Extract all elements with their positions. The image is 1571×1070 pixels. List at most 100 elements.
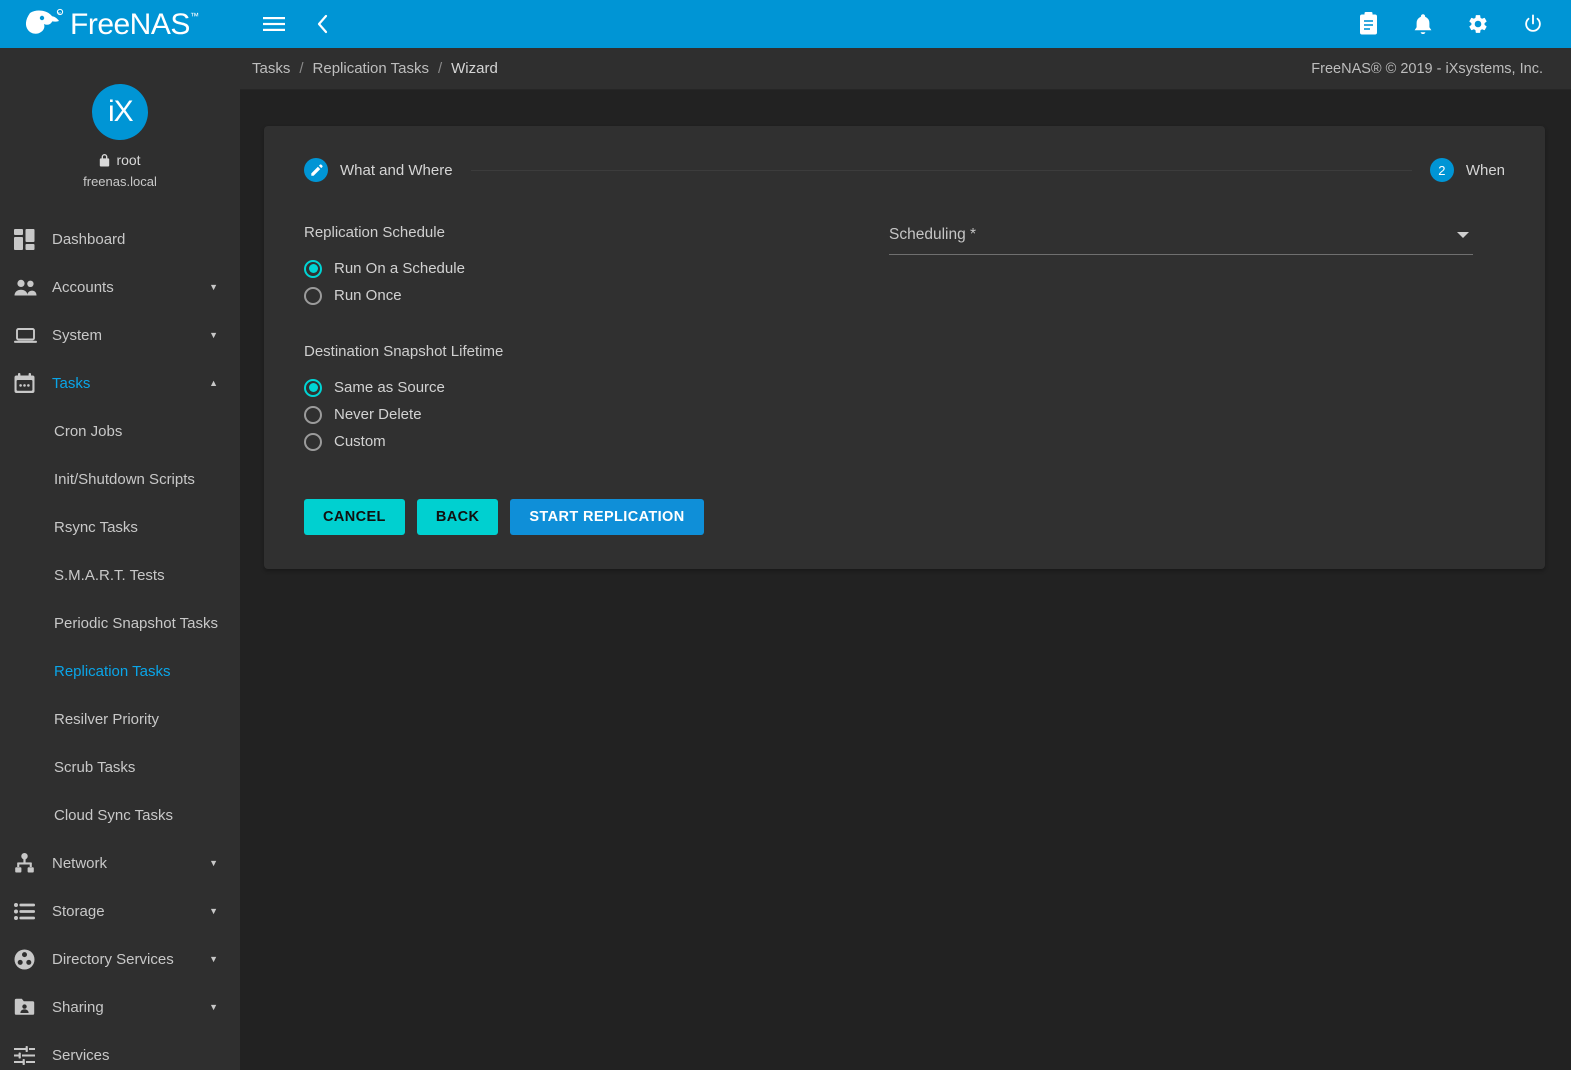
svg-text:FreeNAS: FreeNAS [70,8,190,41]
sidebar-item-label: Dashboard [52,230,126,248]
accounts-people-icon [12,275,52,299]
sidebar-subitem-resilver-priority[interactable]: Resilver Priority [0,695,240,743]
breadcrumb: Tasks / Replication Tasks / Wizard FreeN… [240,48,1571,90]
directory-services-icon [12,947,52,971]
sidebar-item-dashboard[interactable]: Dashboard [0,215,240,263]
sidebar-subitem-label: Resilver Priority [54,710,160,728]
power-icon[interactable] [1519,10,1547,38]
start-replication-button[interactable]: START REPLICATION [510,499,704,535]
system-laptop-icon [12,323,52,347]
stepper-connector-line [470,169,1412,171]
sidebar-subitem-label: Init/Shutdown Scripts [54,470,195,488]
chevron-up-icon: ▲ [209,378,218,388]
sidebar-item-network[interactable]: Network ▼ [0,839,240,887]
page-body: What and Where 2 When Replication Schedu… [240,90,1571,569]
notifications-bell-icon[interactable] [1409,10,1437,38]
chevron-left-icon[interactable] [308,10,336,38]
destination-snapshot-lifetime-group-label: Destination Snapshot Lifetime [304,343,504,360]
breadcrumb-item-wizard: Wizard [451,60,498,77]
sidebar-item-label: Directory Services [52,950,174,968]
sidebar-item-label: Services [52,1046,110,1064]
radio-run-once[interactable]: Run Once [304,282,889,309]
svg-text:™: ™ [190,11,199,21]
radio-label: Run Once [334,287,402,304]
wizard-step-what-and-where[interactable]: What and Where [304,158,453,182]
sidebar-item-services[interactable]: Services [0,1031,240,1070]
scheduling-underline [889,254,1473,255]
sidebar-item-accounts[interactable]: Accounts ▼ [0,263,240,311]
top-app-bar: FreeNAS ™ R [0,0,1571,48]
sidebar-item-label: Network [52,854,108,872]
breadcrumb-item-tasks[interactable]: Tasks [252,60,290,77]
sidebar-item-label: Accounts [52,278,114,296]
network-icon [12,851,52,875]
lock-icon [100,153,110,166]
chevron-down-icon[interactable] [1457,232,1469,238]
copyright-text: FreeNAS® © 2019 - iXsystems, Inc. [1311,60,1543,77]
sidebar-subitem-label: Replication Tasks [54,662,171,680]
sidebar: iX root freenas.local Dashboard Accounts… [0,48,240,1070]
wizard-stepper: What and Where 2 When [304,150,1505,190]
wizard-step-when[interactable]: 2 When [1429,158,1505,182]
replication-schedule-group-label: Replication Schedule [304,224,445,241]
radio-never-delete[interactable]: Never Delete [304,401,889,428]
sidebar-item-directory-services[interactable]: Directory Services ▼ [0,935,240,983]
radio-indicator[interactable] [304,378,322,397]
sidebar-item-storage[interactable]: Storage ▼ [0,887,240,935]
sidebar-subitem-label: Scrub Tasks [54,758,136,776]
radio-indicator[interactable] [304,405,322,424]
radio-run-on-a-schedule[interactable]: Run On a Schedule [304,255,889,282]
sidebar-subitem-periodic-snapshot-tasks[interactable]: Periodic Snapshot Tasks [0,599,240,647]
breadcrumb-separator: / [299,60,304,77]
scheduling-label: Scheduling * [889,226,977,243]
form-right-column: Scheduling * [889,224,1505,535]
sidebar-subitem-init-shutdown-scripts[interactable]: Init/Shutdown Scripts [0,455,240,503]
radio-custom[interactable]: Custom [304,428,889,455]
settings-gear-icon[interactable] [1464,10,1492,38]
sidebar-item-system[interactable]: System ▼ [0,311,240,359]
freenas-logo[interactable]: FreeNAS ™ R [0,0,240,48]
wizard-action-buttons: CANCEL BACK START REPLICATION [304,499,889,535]
radio-indicator[interactable] [304,286,322,305]
sidebar-subitem-rsync-tasks[interactable]: Rsync Tasks [0,503,240,551]
wizard-card: What and Where 2 When Replication Schedu… [264,126,1545,569]
hamburger-menu-icon[interactable] [260,10,288,38]
radio-label: Same as Source [334,379,445,396]
scheduling-select[interactable]: Scheduling * [889,226,1473,255]
radio-same-as-source[interactable]: Same as Source [304,374,889,401]
sidebar-item-label: Tasks [52,374,91,392]
radio-label: Run On a Schedule [334,260,465,277]
sidebar-item-sharing[interactable]: Sharing ▼ [0,983,240,1031]
radio-label: Custom [334,433,386,450]
radio-indicator[interactable] [304,259,322,278]
sidebar-subitem-label: Periodic Snapshot Tasks [54,614,218,632]
chevron-down-icon: ▼ [209,1002,218,1012]
sidebar-subitem-label: Rsync Tasks [54,518,138,536]
sidebar-subitem-cron-jobs[interactable]: Cron Jobs [0,407,240,455]
wizard-step-label: What and Where [340,161,453,179]
sidebar-subitem-smart-tests[interactable]: S.M.A.R.T. Tests [0,551,240,599]
task-manager-icon[interactable] [1354,10,1382,38]
radio-label: Never Delete [334,406,422,423]
chevron-down-icon: ▼ [209,858,218,868]
sidebar-subitem-scrub-tasks[interactable]: Scrub Tasks [0,743,240,791]
sidebar-subitem-label: Cron Jobs [54,422,123,440]
chevron-down-icon: ▼ [209,282,218,292]
storage-icon [12,899,52,923]
pencil-edit-icon [304,158,328,182]
breadcrumb-item-replication-tasks[interactable]: Replication Tasks [313,60,429,77]
cancel-button[interactable]: CANCEL [304,499,405,535]
sharing-folder-icon [12,995,52,1019]
sidebar-subitem-cloud-sync-tasks[interactable]: Cloud Sync Tasks [0,791,240,839]
sidebar-subitem-replication-tasks[interactable]: Replication Tasks [0,647,240,695]
sidebar-subitem-label: S.M.A.R.T. Tests [54,566,165,584]
sidebar-item-tasks[interactable]: Tasks ▲ [0,359,240,407]
wizard-step-number: 2 [1429,158,1454,182]
radio-indicator[interactable] [304,432,322,451]
profile-username: root [116,152,141,168]
dashboard-icon [12,227,52,251]
breadcrumb-separator: / [437,60,443,77]
chevron-down-icon: ▼ [209,906,218,916]
back-button[interactable]: BACK [416,499,499,535]
profile-username-row: root [99,152,141,168]
